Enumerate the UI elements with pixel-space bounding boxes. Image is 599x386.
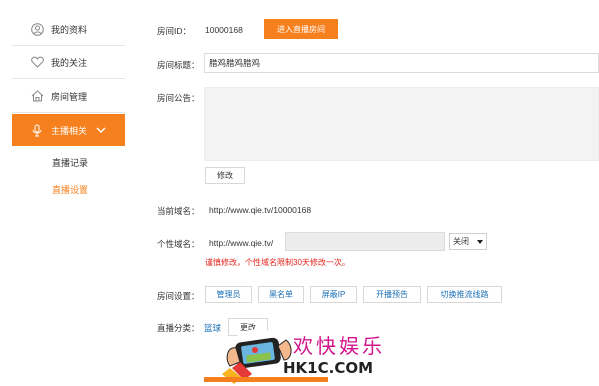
home-icon	[30, 89, 44, 103]
heart-icon	[30, 55, 44, 69]
admin-button[interactable]: 管理员	[205, 286, 252, 303]
bottom-accent-bar	[204, 377, 328, 382]
block-ip-button[interactable]: 屏蔽IP	[310, 286, 357, 303]
domain-warning: 谨慎修改，个性域名限制30天修改一次。	[205, 258, 350, 267]
sidebar-item-label: 房间管理	[51, 91, 88, 102]
sidebar-item-anchor[interactable]: 主播相关	[12, 114, 125, 146]
sidebar-item-label: 主播相关	[51, 125, 88, 136]
sidebar-item-follow[interactable]: 我的关注	[12, 46, 125, 79]
sidebar-sub-item-settings[interactable]: 直播设置	[52, 183, 88, 196]
room-id-value: 10000168	[205, 25, 243, 35]
sidebar: 我的资料 我的关注 房间管理 主播相关 直播记录 直播设置	[0, 0, 135, 386]
caret-down-icon	[477, 237, 483, 246]
room-notice-textarea[interactable]	[204, 87, 599, 161]
room-notice-label: 房间公告：	[157, 93, 200, 103]
sidebar-sub-item-records[interactable]: 直播记录	[52, 156, 88, 169]
sidebar-item-label: 我的关注	[51, 57, 88, 68]
enter-room-button[interactable]: 进入直播房间	[264, 19, 338, 39]
sidebar-item-room[interactable]: 房间管理	[12, 80, 125, 113]
room-settings-label: 房间设置：	[157, 291, 200, 301]
current-domain-label: 当前域名：	[157, 206, 200, 216]
microphone-icon	[30, 123, 44, 137]
room-title-value: 腊鸡腊鸡腊鸡	[209, 58, 261, 68]
switch-stream-line-button[interactable]: 切换推流线路	[427, 286, 502, 303]
watermark-title: 欢快娱乐	[293, 334, 385, 358]
domain-status-value: 关闭	[453, 237, 469, 246]
user-icon	[30, 22, 44, 36]
room-title-label: 房间标题：	[157, 60, 200, 70]
sidebar-item-label: 我的资料	[51, 24, 88, 35]
current-domain-value: http://www.qie.tv/10000168	[209, 205, 312, 215]
custom-domain-prefix: http://www.qie.tv/	[209, 238, 274, 248]
category-label: 直播分类：	[157, 323, 200, 333]
stream-notice-button[interactable]: 开播预告	[363, 286, 421, 303]
room-id-label: 房间ID：	[157, 26, 192, 36]
custom-domain-input[interactable]	[285, 232, 445, 251]
category-value-link[interactable]: 篮球	[204, 322, 221, 334]
blacklist-button[interactable]: 黑名单	[258, 286, 304, 303]
sidebar-item-profile[interactable]: 我的资料	[12, 13, 125, 46]
watermark-subtitle: HK1C.COM	[283, 359, 374, 377]
chevron-down-icon	[96, 126, 106, 134]
custom-domain-label: 个性域名：	[157, 239, 200, 249]
domain-status-select[interactable]: 关闭	[449, 233, 487, 250]
modify-notice-button[interactable]: 修改	[205, 167, 245, 184]
room-title-input[interactable]: 腊鸡腊鸡腊鸡	[204, 53, 599, 73]
